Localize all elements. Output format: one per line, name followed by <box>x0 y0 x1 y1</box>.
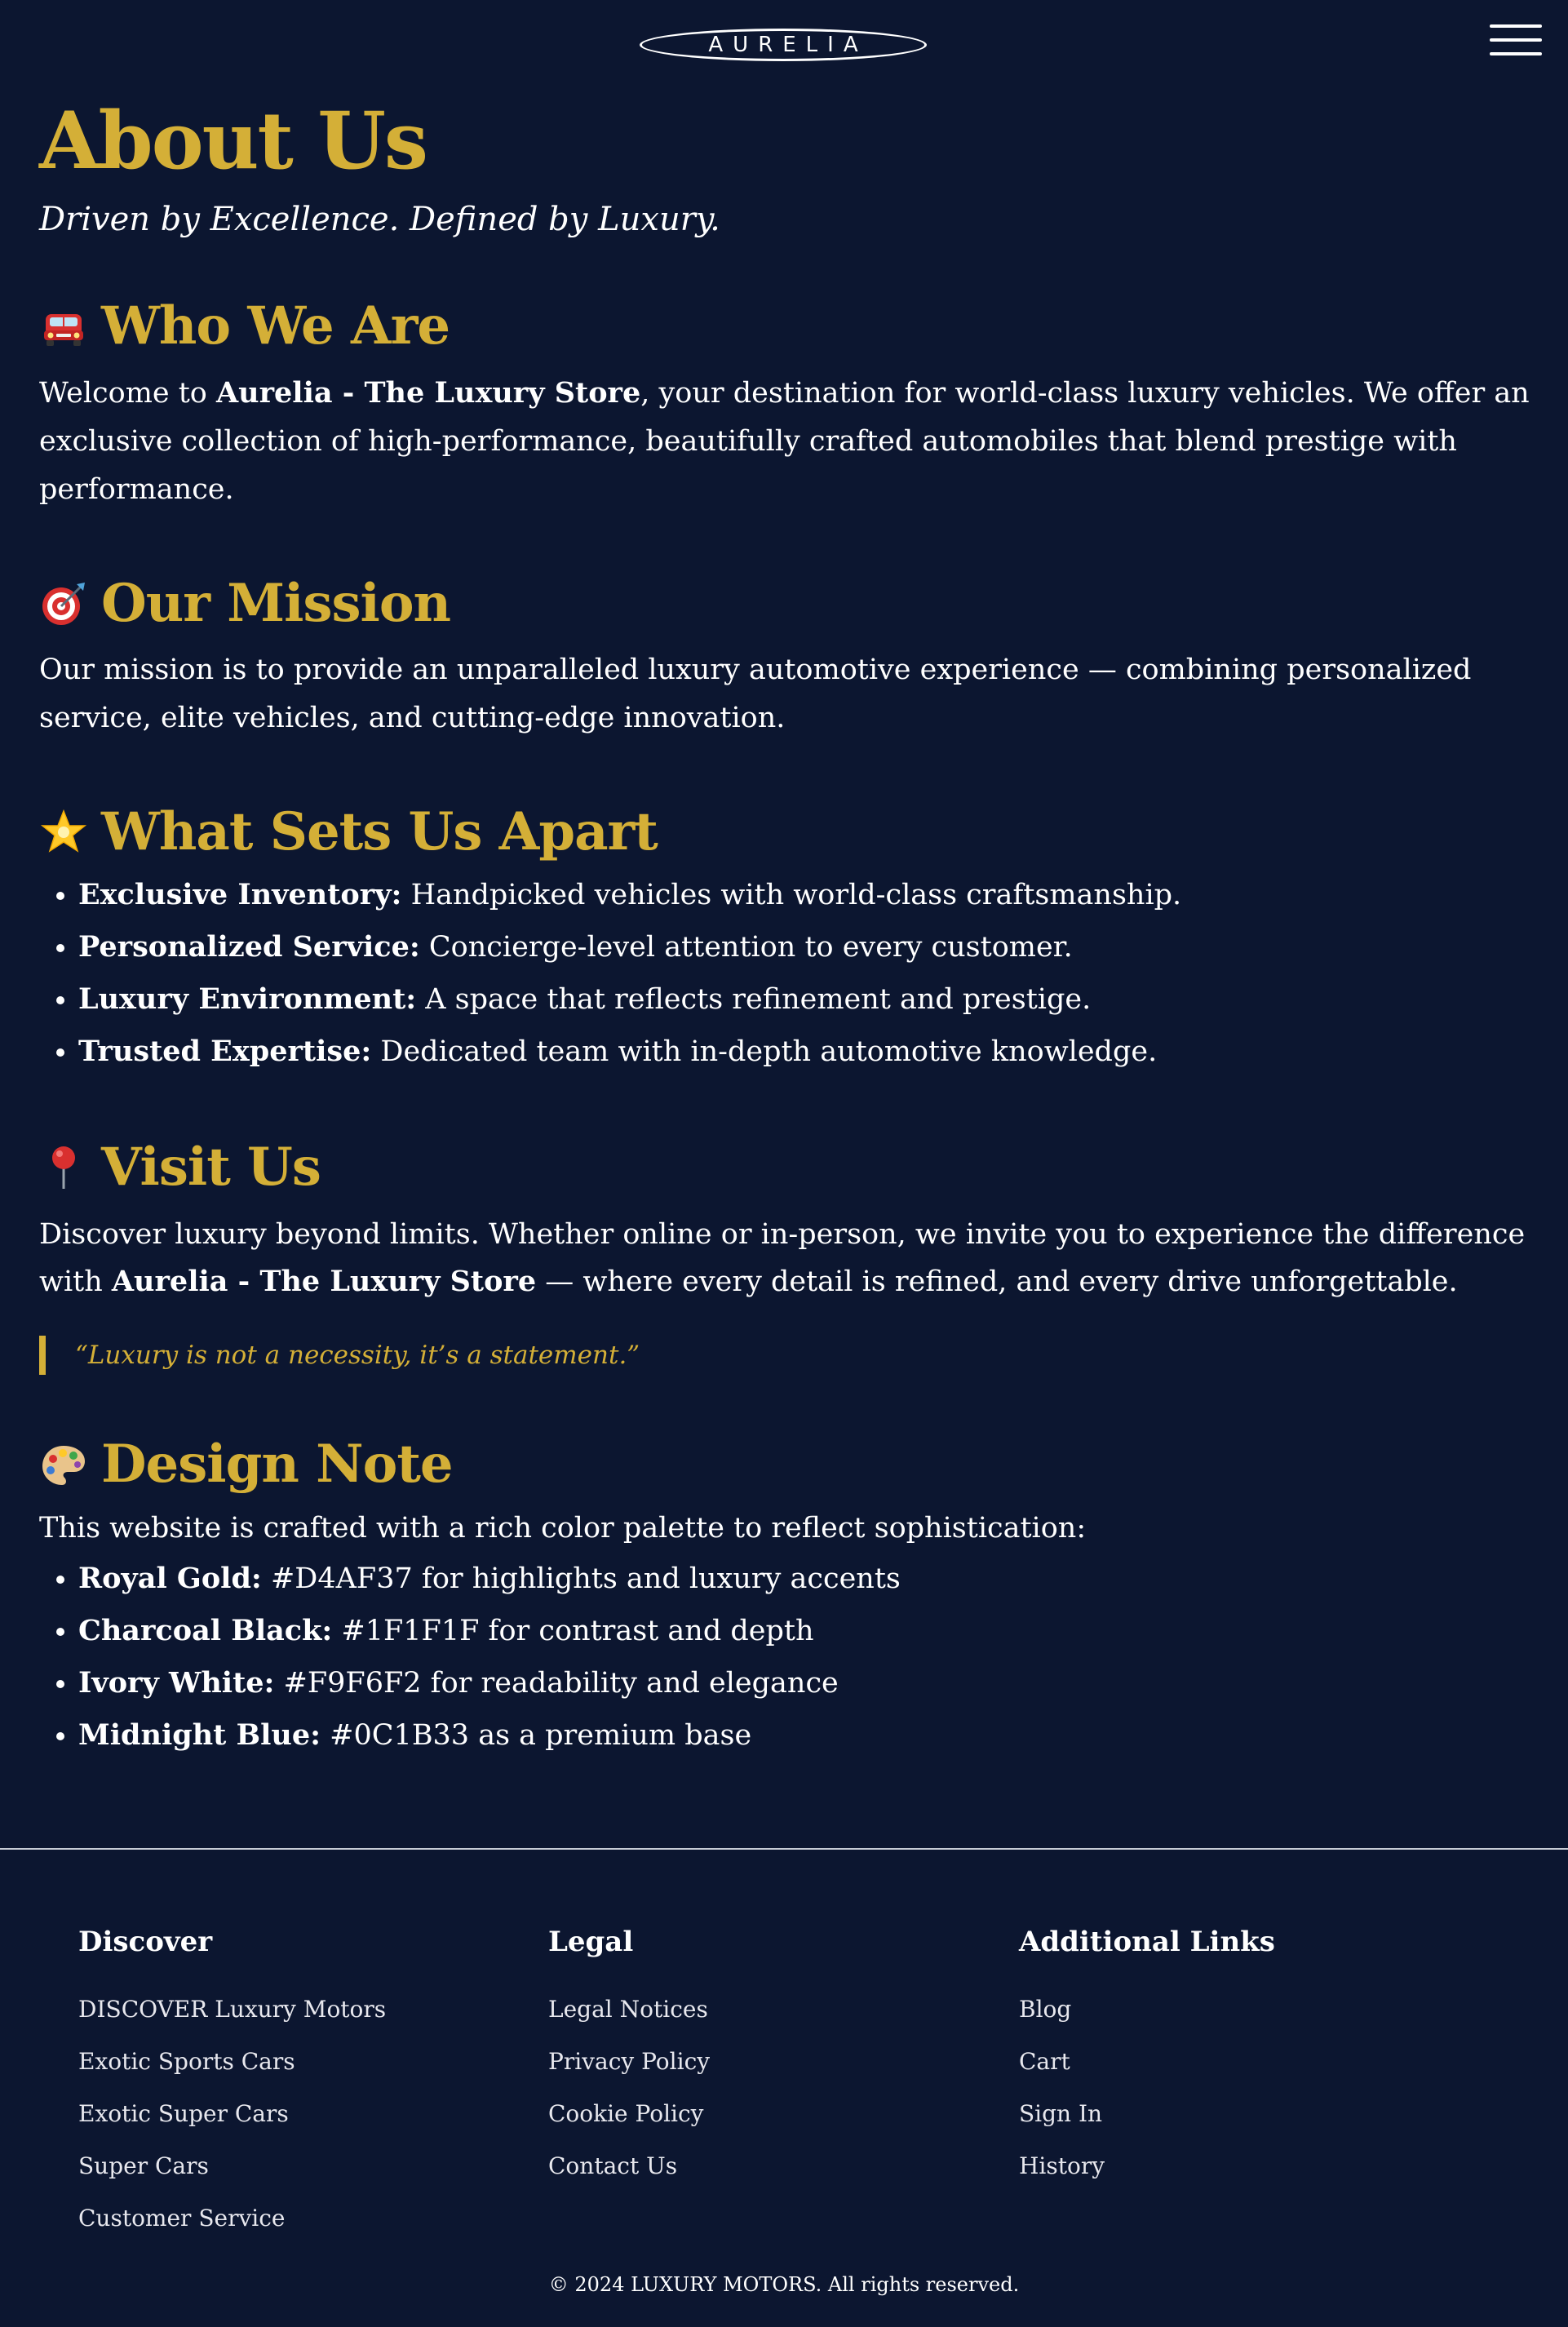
copyright-text: © 2024 LUXURY MOTORS. All rights reserve… <box>548 2273 1020 2296</box>
list-item: Personalized Service: Concierge-level at… <box>78 921 1532 973</box>
who-we-are-text: Welcome to Aurelia - The Luxury Store, y… <box>39 370 1532 513</box>
visit-brand-name: Aurelia - The Luxury Store <box>111 1265 537 1299</box>
brand-quote: “Luxury is not a necessity, it’s a state… <box>39 1336 1532 1376</box>
main-content: About Us Driven by Excellence. Defined b… <box>39 90 1532 1762</box>
site-header: AURELIA <box>0 0 1568 90</box>
footer-link[interactable]: Privacy Policy <box>548 2036 972 2088</box>
list-item: Midnight Blue: #0C1B33 as a premium base <box>78 1709 1532 1762</box>
page-tagline: Driven by Excellence. Defined by Luxury. <box>39 201 720 239</box>
who-text-before: Welcome to <box>39 377 216 410</box>
footer-link[interactable]: History <box>1019 2140 1443 2192</box>
apart-list: Exclusive Inventory: Handpicked vehicles… <box>39 869 1532 1078</box>
section-who-we-are: Who We Are Welcome to Aurelia - The Luxu… <box>39 295 1532 513</box>
palette-list: Royal Gold: #D4AF37 for highlights and l… <box>39 1553 1532 1762</box>
logo-text: AURELIA <box>708 33 868 57</box>
footer-column-legal: Legal Legal Notices Privacy Policy Cooki… <box>548 1928 972 2192</box>
footer-link[interactable]: Cart <box>1019 2036 1443 2088</box>
star-icon <box>39 808 88 857</box>
footer-link[interactable]: Cookie Policy <box>548 2088 972 2140</box>
visit-text-after: — where every detail is refined, and eve… <box>536 1265 1458 1299</box>
list-item: Royal Gold: #D4AF37 for highlights and l… <box>78 1553 1532 1605</box>
section-our-mission: Our Mission Our mission is to provide an… <box>39 573 1532 742</box>
footer-column-additional-links: Additional Links Blog Cart Sign In Histo… <box>1019 1928 1443 2192</box>
footer-link[interactable]: Legal Notices <box>548 1983 972 2036</box>
visit-us-text: Discover luxury beyond limits. Whether o… <box>39 1211 1532 1307</box>
car-icon <box>39 303 88 352</box>
section-title-design: Design Note <box>101 1434 454 1496</box>
page-title: About Us <box>39 95 428 187</box>
section-title-apart: What Sets Us Apart <box>101 800 658 862</box>
footer-heading-additional: Additional Links <box>1019 1926 1275 1958</box>
footer-link[interactable]: DISCOVER Luxury Motors <box>78 1983 503 2036</box>
section-visit-us: Visit Us Discover luxury beyond limits. … <box>39 1136 1532 1376</box>
section-title-mission: Our Mission <box>101 572 451 634</box>
design-intro-text: This website is crafted with a rich colo… <box>39 1511 1087 1545</box>
list-item: Exclusive Inventory: Handpicked vehicles… <box>78 869 1532 921</box>
footer-link[interactable]: Exotic Super Cars <box>78 2088 503 2140</box>
footer-link[interactable]: Blog <box>1019 1983 1443 2036</box>
who-brand-name: Aurelia - The Luxury Store <box>216 376 641 410</box>
footer-link[interactable]: Sign In <box>1019 2088 1443 2140</box>
footer-link[interactable]: Exotic Sports Cars <box>78 2036 503 2088</box>
aurelia-logo[interactable]: AURELIA <box>640 29 927 61</box>
section-design-note: Design Note This website is crafted with… <box>39 1434 1532 1762</box>
section-what-sets-us-apart: What Sets Us Apart Exclusive Inventory: … <box>39 801 1532 1078</box>
list-item: Charcoal Black: #1F1F1F for contrast and… <box>78 1605 1532 1657</box>
target-icon <box>39 579 88 628</box>
palette-icon <box>39 1441 88 1490</box>
list-item: Trusted Expertise: Dedicated team with i… <box>78 1026 1532 1078</box>
footer-link[interactable]: Contact Us <box>548 2140 972 2192</box>
footer-column-discover: Discover DISCOVER Luxury Motors Exotic S… <box>78 1928 503 2245</box>
footer-link[interactable]: Customer Service <box>78 2192 503 2245</box>
section-title-who: Who We Are <box>101 295 450 357</box>
mission-text: Our mission is to provide an unparallele… <box>39 654 1472 735</box>
hamburger-menu-icon[interactable] <box>1490 23 1542 57</box>
list-item: Ivory White: #F9F6F2 for readability and… <box>78 1657 1532 1709</box>
site-footer: Discover DISCOVER Luxury Motors Exotic S… <box>0 1851 1568 2327</box>
footer-heading-legal: Legal <box>548 1926 634 1958</box>
footer-heading-discover: Discover <box>78 1926 213 1958</box>
footer-link[interactable]: Super Cars <box>78 2140 503 2192</box>
list-item: Luxury Environment: A space that reflect… <box>78 973 1532 1026</box>
footer-divider <box>0 1848 1568 1850</box>
section-title-visit: Visit Us <box>101 1136 321 1198</box>
pushpin-icon <box>39 1143 88 1192</box>
